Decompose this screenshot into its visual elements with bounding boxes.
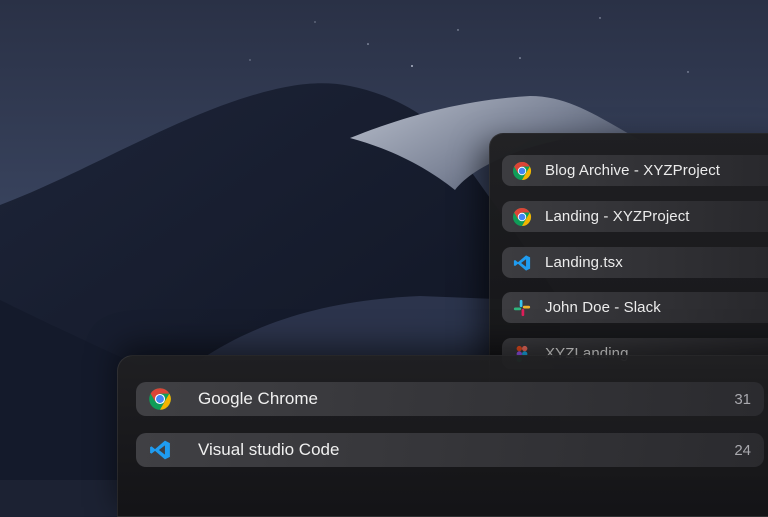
chrome-icon <box>512 161 532 181</box>
window-item-label: Landing - XYZProject <box>545 208 690 225</box>
app-switcher-panel: Google Chrome 31 Visual studio Code 24 <box>117 355 768 517</box>
window-item-label: Landing.tsx <box>545 254 623 271</box>
chrome-icon <box>512 207 532 227</box>
vscode-icon <box>512 253 532 273</box>
window-count: 31 <box>734 390 751 408</box>
app-item-visual-studio-code[interactable]: Visual studio Code 24 <box>136 433 764 467</box>
app-item-label: Google Chrome <box>198 389 319 408</box>
window-item-label: Blog Archive - XYZProject <box>545 162 721 179</box>
window-item-landing-tsx[interactable]: Landing.tsx <box>502 247 768 278</box>
chrome-icon <box>148 387 172 411</box>
window-item-john-doe-slack[interactable]: John Doe - Slack <box>502 292 768 323</box>
app-item-google-chrome[interactable]: Google Chrome 31 <box>136 382 764 416</box>
window-item-landing-xyzproject[interactable]: Landing - XYZProject <box>502 201 768 232</box>
window-count: 24 <box>734 441 751 459</box>
window-item-blog-archive[interactable]: Blog Archive - XYZProject <box>502 155 768 186</box>
window-item-label: John Doe - Slack <box>545 299 661 316</box>
vscode-icon <box>148 438 172 462</box>
app-item-label: Visual studio Code <box>198 440 340 459</box>
slack-icon <box>512 298 532 318</box>
